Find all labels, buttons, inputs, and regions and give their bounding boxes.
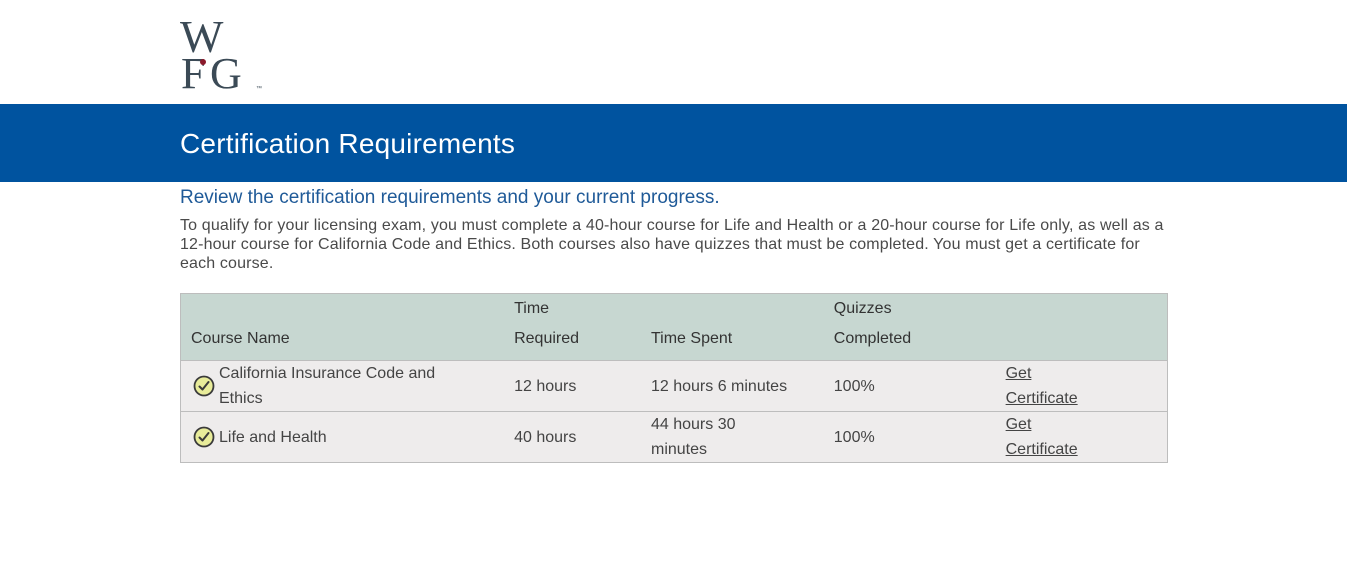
table-row: California Insurance Code and Ethics 12 … <box>180 360 1168 412</box>
table-header-row: Course Name Time Required Time Spent Quiz… <box>180 293 1168 361</box>
quizzes-completed-cell: 100% <box>823 411 996 463</box>
intro-paragraph: To qualify for your licensing exam, you … <box>180 217 1164 272</box>
main-content: Review the certification requirements an… <box>180 186 1168 273</box>
time-required-cell: 40 hours <box>504 411 641 463</box>
header-time-spent: Time Spent <box>640 293 824 361</box>
check-circle-icon <box>193 375 215 397</box>
time-spent-cell: 44 hours 30 minutes <box>640 411 824 463</box>
certificate-cell: Get Certificate <box>995 411 1168 463</box>
get-certificate-link[interactable]: Get Certificate <box>1006 361 1096 411</box>
check-circle-icon <box>193 426 215 448</box>
wfg-logo: W F G ™ <box>180 14 270 92</box>
course-name-cell: California Insurance Code and Ethics <box>180 360 505 412</box>
header-course-name: Course Name <box>180 293 505 361</box>
course-name-cell: Life and Health <box>180 411 505 463</box>
page-subtitle: Review the certification requirements an… <box>180 187 720 208</box>
logo-dot <box>200 59 206 65</box>
course-name: California Insurance Code and Ethics <box>219 365 436 407</box>
certificate-cell: Get Certificate <box>995 360 1168 412</box>
time-required-cell: 12 hours <box>504 360 641 412</box>
header-banner: Certification Requirements <box>0 104 1347 182</box>
page-title: Certification Requirements <box>180 128 516 159</box>
certification-table: Course Name Time Required Time Spent Quiz… <box>180 293 1168 463</box>
header-time-required: Time Required <box>504 293 641 361</box>
svg-text:G: G <box>210 49 242 92</box>
header-quizzes-completed: Quizzes Completed <box>823 293 996 361</box>
svg-text:™: ™ <box>256 85 262 92</box>
time-spent-cell: 12 hours 6 minutes <box>640 360 824 412</box>
course-name: Life and Health <box>219 428 327 446</box>
table-row: Life and Health 40 hours 44 hours 30 min… <box>180 411 1168 463</box>
quizzes-completed-cell: 100% <box>823 360 996 412</box>
wfg-logo-mark: W F G ™ <box>180 14 262 92</box>
get-certificate-link[interactable]: Get Certificate <box>1006 412 1096 462</box>
svg-text:F: F <box>181 49 205 92</box>
header-certificate <box>995 293 1168 361</box>
